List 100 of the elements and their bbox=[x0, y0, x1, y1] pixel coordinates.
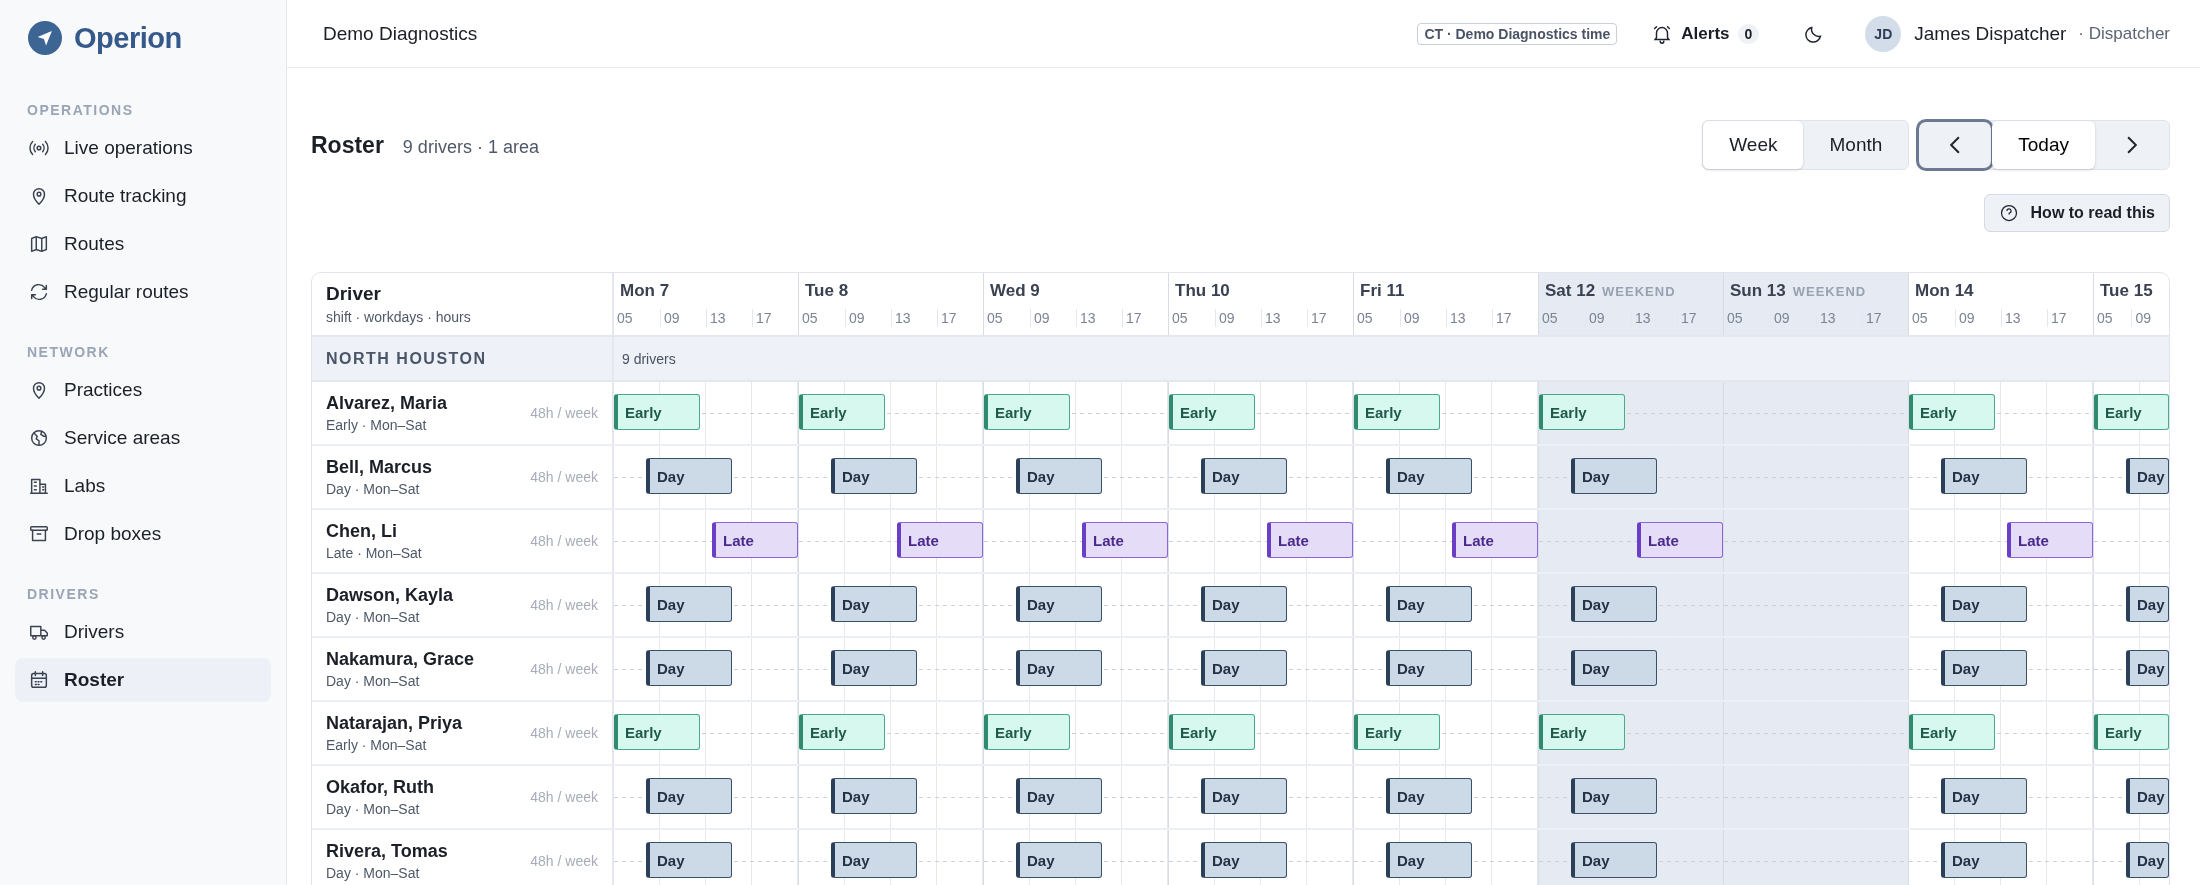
shift-bar[interactable]: Late bbox=[897, 522, 983, 558]
shift-bar[interactable]: Early bbox=[984, 394, 1070, 430]
shift-bar[interactable]: Day bbox=[1571, 650, 1657, 686]
hour-tick: 13 bbox=[2001, 309, 2047, 327]
shift-bar[interactable]: Early bbox=[799, 394, 885, 430]
driver-name: Dawson, Kayla bbox=[326, 585, 454, 606]
shift-bar[interactable]: Late bbox=[1267, 522, 1353, 558]
shift-bar[interactable]: Day bbox=[1201, 458, 1287, 494]
shift-bar[interactable]: Day bbox=[1386, 842, 1472, 878]
shift-bar[interactable]: Day bbox=[1201, 842, 1287, 878]
driver-name: Nakamura, Grace bbox=[326, 649, 475, 670]
sidebar-item[interactable]: Route tracking bbox=[15, 174, 271, 218]
hour-tick: 05 bbox=[1726, 309, 1744, 327]
shift-bar[interactable]: Day bbox=[1201, 778, 1287, 814]
shift-bar[interactable]: Early bbox=[984, 714, 1070, 750]
sidebar-item[interactable]: Labs bbox=[15, 464, 271, 508]
shift-bar[interactable]: Early bbox=[1909, 394, 1995, 430]
help-button[interactable]: How to read this bbox=[1983, 194, 2170, 232]
shift-bar[interactable]: Day bbox=[2126, 778, 2169, 814]
driver-hours: 48h / week bbox=[530, 469, 598, 485]
user-avatar[interactable]: JD bbox=[1865, 15, 1902, 52]
column-subheading: shift · workdays · hours bbox=[326, 309, 471, 325]
alerts-button[interactable]: Alerts 0 bbox=[1651, 22, 1760, 45]
shift-bar[interactable]: Late bbox=[2007, 522, 2093, 558]
calendar-icon bbox=[28, 669, 50, 691]
shift-bar[interactable]: Day bbox=[646, 778, 732, 814]
shift-bar[interactable]: Day bbox=[1941, 842, 2027, 878]
sidebar-item[interactable]: Drop boxes bbox=[15, 512, 271, 556]
shift-bar[interactable]: Early bbox=[1539, 394, 1625, 430]
shift-bar[interactable]: Day bbox=[831, 586, 917, 622]
shift-bar[interactable]: Late bbox=[1637, 522, 1723, 558]
shift-bar[interactable]: Day bbox=[646, 586, 732, 622]
driver-hours: 48h / week bbox=[530, 533, 598, 549]
shift-bar[interactable]: Early bbox=[1909, 714, 1995, 750]
shift-bar[interactable]: Day bbox=[1386, 458, 1472, 494]
sidebar-item[interactable]: Drivers bbox=[15, 610, 271, 654]
shift-bar[interactable]: Day bbox=[1386, 586, 1472, 622]
shift-bar[interactable]: Day bbox=[831, 778, 917, 814]
shift-bar[interactable]: Day bbox=[831, 650, 917, 686]
shift-bar[interactable]: Early bbox=[614, 394, 700, 430]
shift-bar[interactable]: Day bbox=[1941, 586, 2027, 622]
shift-bar[interactable]: Day bbox=[1386, 650, 1472, 686]
sidebar-item[interactable]: Practices bbox=[15, 368, 271, 412]
driver-shift-detail: Early · Mon–Sat bbox=[326, 417, 428, 433]
hour-tick: 17 bbox=[2047, 309, 2093, 327]
shift-bar[interactable]: Day bbox=[1016, 778, 1102, 814]
shift-bar[interactable]: Day bbox=[831, 458, 917, 494]
shift-bar[interactable]: Early bbox=[1539, 714, 1625, 750]
shift-bar[interactable]: Early bbox=[2094, 714, 2169, 750]
sidebar-item[interactable]: Live operations bbox=[15, 126, 271, 170]
sidebar-item[interactable]: Regular routes bbox=[15, 270, 271, 314]
sidebar-item[interactable]: Roster bbox=[15, 658, 271, 702]
shift-bar[interactable]: Day bbox=[1016, 586, 1102, 622]
shift-bar[interactable]: Day bbox=[2126, 842, 2169, 878]
shift-bar[interactable]: Day bbox=[831, 842, 917, 878]
shift-bar[interactable]: Late bbox=[712, 522, 798, 558]
sidebar-item[interactable]: Routes bbox=[15, 222, 271, 266]
hour-tick: 13 bbox=[891, 309, 937, 327]
shift-bar[interactable]: Early bbox=[799, 714, 885, 750]
hour-tick: 09 bbox=[1215, 309, 1261, 327]
shift-bar[interactable]: Day bbox=[1571, 458, 1657, 494]
weekend-label: WEEKEND bbox=[1792, 284, 1867, 299]
shift-bar[interactable]: Day bbox=[2126, 458, 2169, 494]
shift-bar[interactable]: Day bbox=[1201, 650, 1287, 686]
shift-bar[interactable]: Early bbox=[1169, 394, 1255, 430]
column-heading: Driver bbox=[326, 283, 381, 305]
shift-bar[interactable]: Day bbox=[1386, 778, 1472, 814]
shift-bar[interactable]: Early bbox=[2094, 394, 2169, 430]
today-button[interactable]: Today bbox=[1992, 121, 2095, 169]
shift-bar[interactable]: Day bbox=[1571, 586, 1657, 622]
shift-bar[interactable]: Late bbox=[1452, 522, 1538, 558]
driver-shift-detail: Late · Mon–Sat bbox=[326, 545, 422, 561]
weekend-label: WEEKEND bbox=[1602, 284, 1676, 299]
view-tab[interactable]: Month bbox=[1803, 121, 1909, 169]
shift-bar[interactable]: Early bbox=[1169, 714, 1255, 750]
shift-bar[interactable]: Day bbox=[2126, 650, 2169, 686]
shift-bar[interactable]: Day bbox=[646, 650, 732, 686]
shift-bar[interactable]: Day bbox=[1016, 650, 1102, 686]
view-tab[interactable]: Week bbox=[1703, 121, 1804, 169]
hour-tick: 13 bbox=[1816, 309, 1862, 327]
shift-bar[interactable]: Early bbox=[1354, 714, 1440, 750]
shift-bar[interactable]: Day bbox=[1016, 842, 1102, 878]
shift-bar[interactable]: Day bbox=[1571, 778, 1657, 814]
shift-bar[interactable]: Day bbox=[646, 842, 732, 878]
shift-bar[interactable]: Day bbox=[2126, 586, 2169, 622]
shift-bar[interactable]: Early bbox=[1354, 394, 1440, 430]
shift-bar[interactable]: Early bbox=[614, 714, 700, 750]
shift-bar[interactable]: Late bbox=[1082, 522, 1168, 558]
hour-tick: 09 bbox=[660, 309, 706, 327]
shift-bar[interactable]: Day bbox=[1016, 458, 1102, 494]
shift-bar[interactable]: Day bbox=[646, 458, 732, 494]
driver-hours: 48h / week bbox=[530, 725, 598, 741]
previous-button[interactable] bbox=[1918, 121, 1993, 169]
shift-bar[interactable]: Day bbox=[1571, 842, 1657, 878]
shift-bar[interactable]: Day bbox=[1941, 778, 2027, 814]
hour-tick: 17 bbox=[1307, 309, 1353, 327]
sidebar-item[interactable]: Service areas bbox=[15, 416, 271, 460]
shift-bar[interactable]: Day bbox=[1941, 458, 2027, 494]
shift-bar[interactable]: Day bbox=[1941, 650, 2027, 686]
shift-bar[interactable]: Day bbox=[1201, 586, 1287, 622]
